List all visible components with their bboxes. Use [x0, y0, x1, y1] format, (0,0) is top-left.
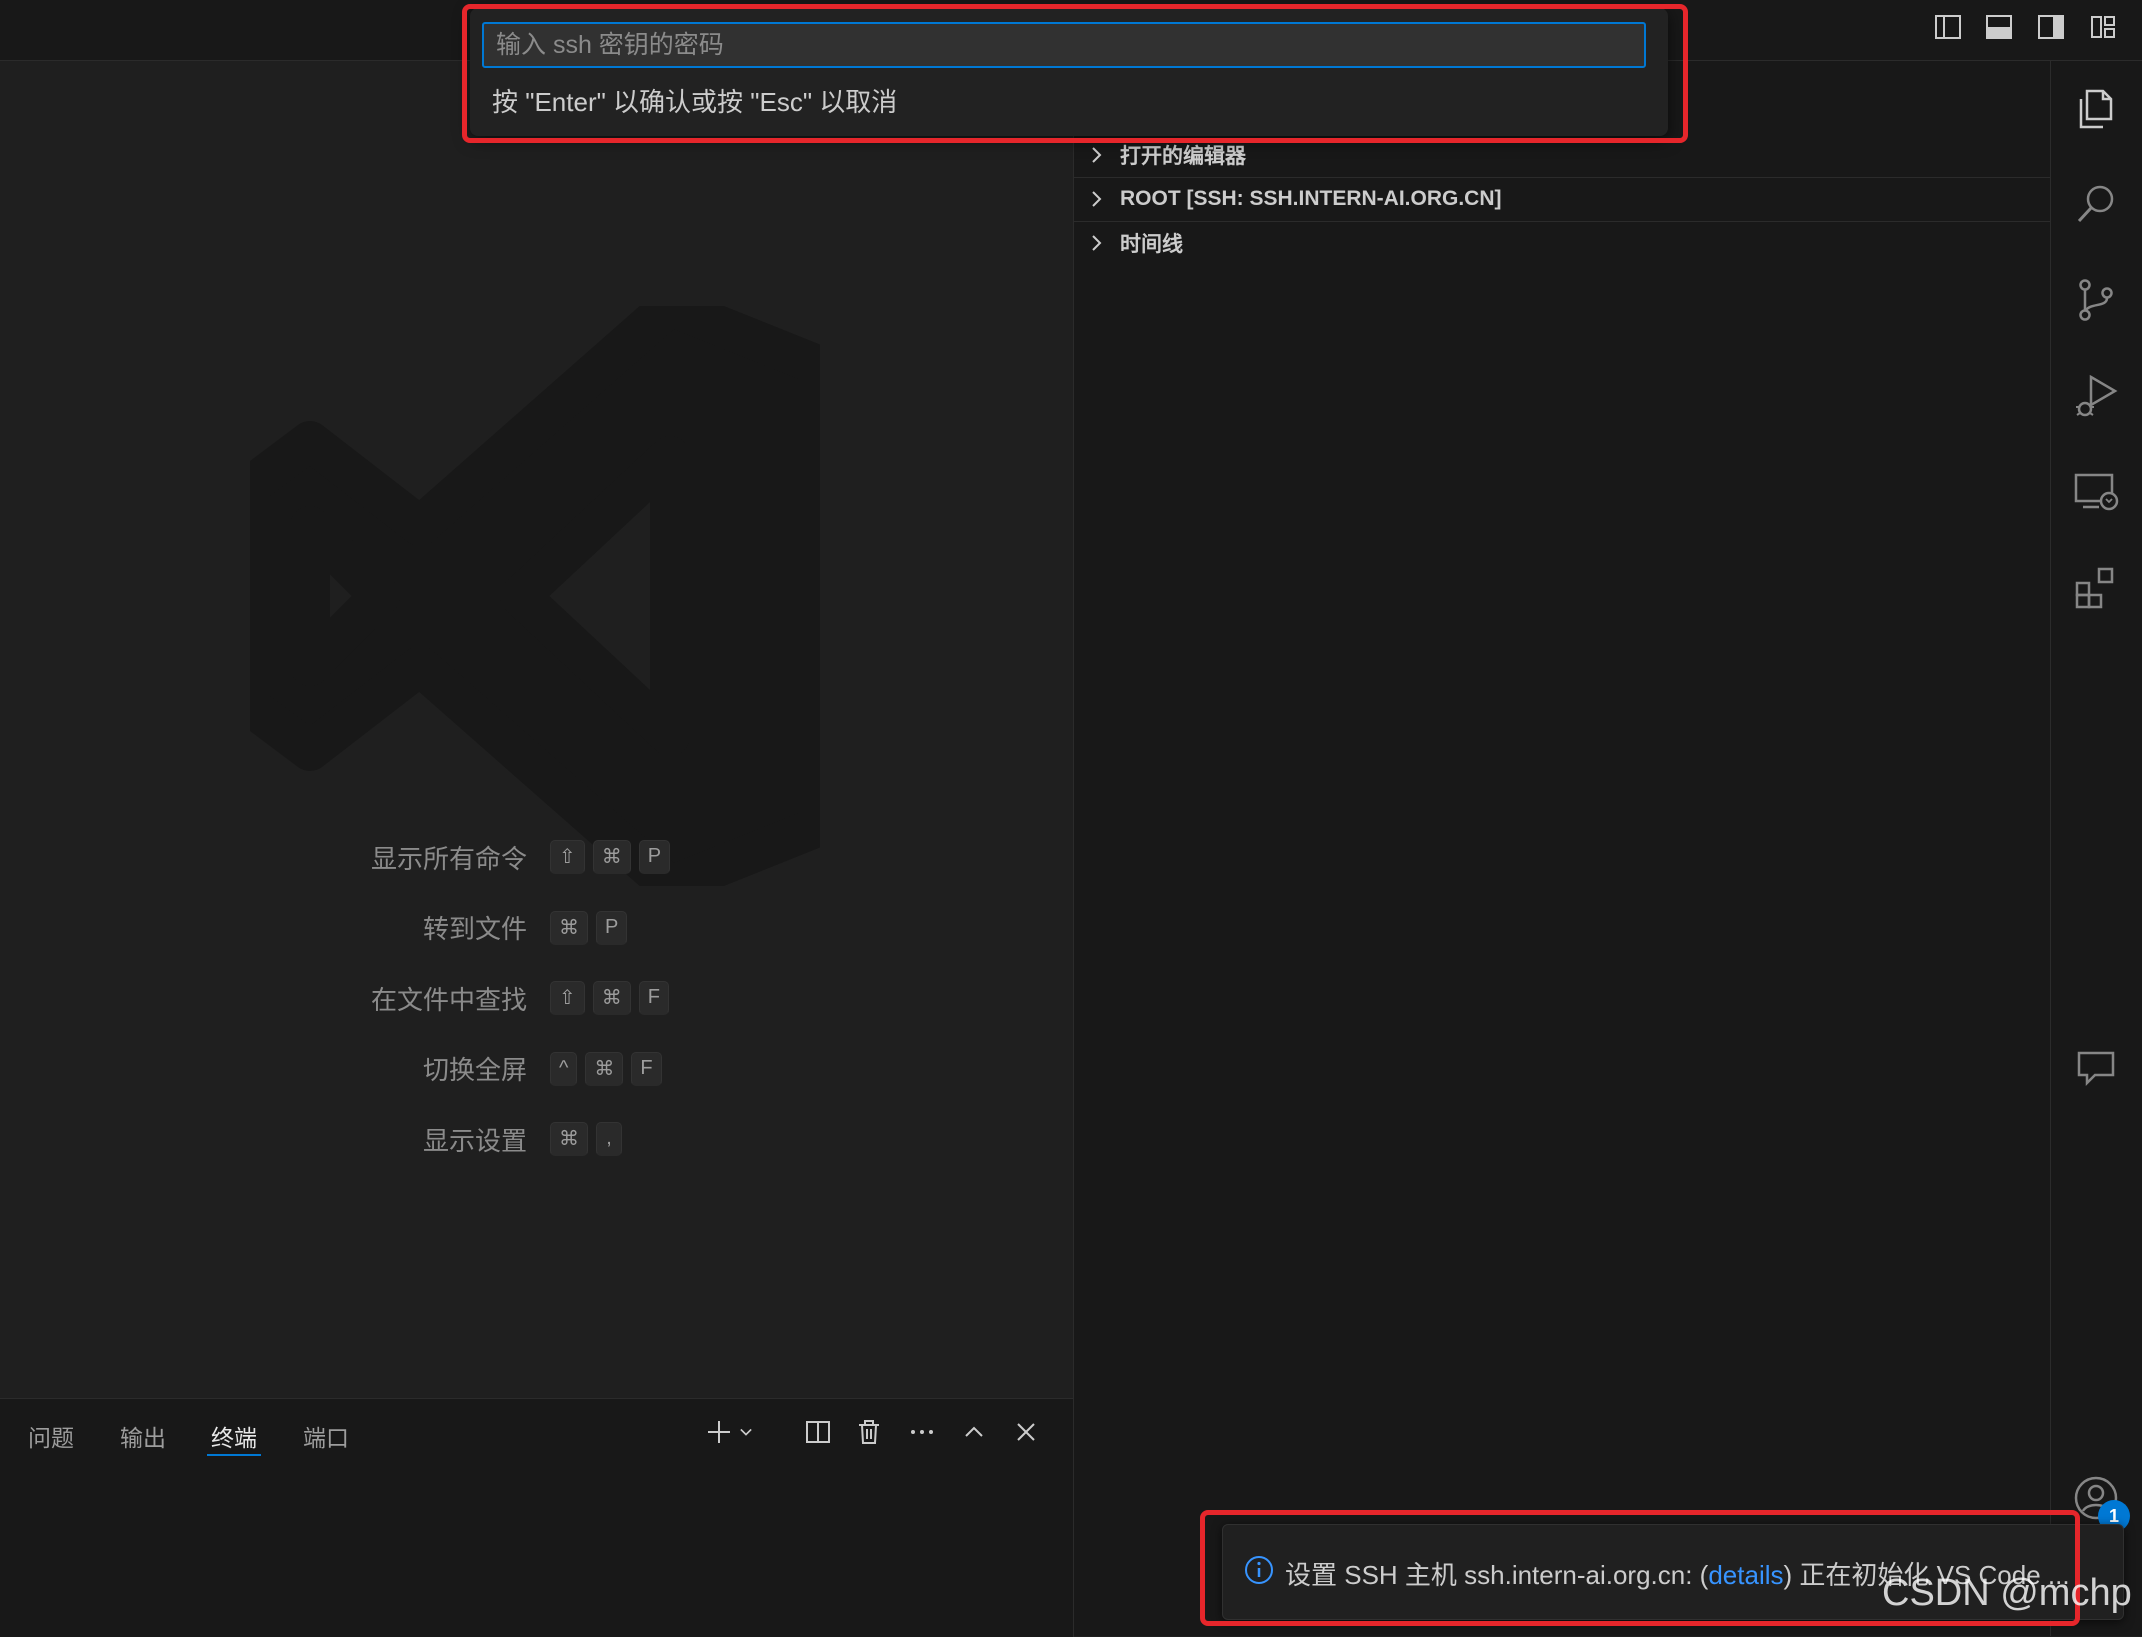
section-label: ROOT [SSH: SSH.INTERN-AI.ORG.CN] — [1120, 187, 1502, 210]
keybinding-key: ⌘ — [592, 840, 631, 874]
ssh-passphrase-input[interactable] — [482, 22, 1646, 68]
shortcut-keys: ⌘ P — [550, 910, 628, 945]
tab-ports[interactable]: 端口 — [303, 1419, 349, 1453]
shortcut-label: 在文件中查找 — [370, 984, 527, 1015]
chevron-down-icon — [740, 1428, 752, 1436]
chat-icon[interactable] — [2071, 1043, 2121, 1093]
section-open-editors[interactable]: 打开的编辑器 — [1074, 133, 2050, 178]
keybinding-key: ⌘ — [550, 910, 588, 945]
extensions-icon[interactable] — [2071, 563, 2121, 613]
toggle-secondary-sidebar-icon[interactable] — [2036, 12, 2066, 42]
shortcut-row: 显示设置 ⌘, — [0, 1117, 1073, 1161]
activity-bar — [2051, 61, 2142, 1636]
section-root-folder[interactable]: ROOT [SSH: SSH.INTERN-AI.ORG.CN] — [1074, 177, 2050, 222]
shortcut-row: 显示所有命令 ⇧ ⌘ P — [0, 835, 1073, 879]
source-control-icon[interactable] — [2071, 275, 2121, 325]
split-terminal-button[interactable] — [801, 1415, 835, 1449]
keybinding-key: ⇧ — [550, 981, 585, 1015]
close-panel-button[interactable] — [1009, 1415, 1043, 1449]
customize-layout-icon[interactable] — [2088, 12, 2118, 42]
chevron-right-icon — [1092, 235, 1102, 251]
keybinding-key: P — [638, 840, 671, 874]
keybinding-key: F — [638, 981, 669, 1015]
keybinding-key: ⌘ — [585, 1051, 624, 1086]
chevron-up-icon — [965, 1426, 983, 1437]
run-debug-icon[interactable] — [2071, 371, 2121, 421]
info-icon — [1245, 1556, 1273, 1584]
section-label: 打开的编辑器 — [1120, 145, 1246, 168]
shortcut-label-wrap: 切换全屏 — [0, 1047, 527, 1091]
keybinding-key: ⇧ — [550, 840, 585, 874]
terminal-profile-dropdown[interactable] — [734, 1415, 758, 1449]
keybinding-key: ^ — [550, 1051, 578, 1086]
ellipsis-icon — [911, 1430, 933, 1434]
more-actions-button[interactable] — [905, 1415, 939, 1449]
split-icon — [806, 1421, 830, 1443]
tab-problems[interactable]: 问题 — [28, 1419, 74, 1453]
active-tab-indicator — [207, 1454, 261, 1456]
shortcut-row: 转到文件 ⌘ P — [0, 906, 1073, 950]
section-timeline[interactable]: 时间线 — [1074, 221, 2050, 265]
keybinding-key: ⌘ — [592, 981, 631, 1015]
shortcut-keys: ⇧ ⌘ P — [550, 840, 671, 874]
maximize-panel-button[interactable] — [957, 1415, 991, 1449]
editor-area: 显示所有命令 ⇧ ⌘ P 转到文件 ⌘ P 在文件中查找 ⇧ ⌘ F 切换全屏 ^ ⌘ F 显示设置 ⌘, — [0, 61, 1074, 1398]
trash-icon — [859, 1420, 879, 1444]
shortcut-row: 在文件中查找 ⇧ ⌘ F — [0, 976, 1073, 1020]
remote-explorer-icon[interactable] — [2071, 467, 2121, 517]
chevron-right-icon — [1092, 191, 1102, 207]
keybinding-key: , — [596, 1122, 622, 1156]
tab-terminal[interactable]: 终端 — [211, 1419, 257, 1453]
shortcut-label-wrap: 显示所有命令 — [0, 835, 527, 879]
explorer-icon[interactable] — [2071, 83, 2121, 133]
keybinding-key: P — [596, 910, 628, 945]
shortcut-label-wrap: 在文件中查找 — [0, 976, 527, 1020]
quick-input-hint: 按 "Enter" 以确认或按 "Esc" 以取消 — [492, 87, 898, 117]
tab-output[interactable]: 输出 — [120, 1419, 166, 1453]
shortcut-label: 显示所有命令 — [370, 843, 527, 874]
shortcut-label-wrap: 转到文件 — [0, 906, 527, 950]
shortcut-label-wrap: 显示设置 — [0, 1117, 527, 1161]
notification-prefix: 设置 SSH 主机 ssh.intern-ai.org.cn: ( — [1285, 1560, 1709, 1590]
shortcut-label: 显示设置 — [422, 1125, 527, 1156]
bottom-panel: 问题 输出 终端 端口 — [0, 1398, 1074, 1637]
new-terminal-button[interactable] — [702, 1415, 736, 1449]
close-icon — [1017, 1423, 1035, 1441]
kill-terminal-button[interactable] — [852, 1415, 886, 1449]
search-icon[interactable] — [2071, 179, 2121, 229]
shortcut-row: 切换全屏 ^ ⌘ F — [0, 1047, 1073, 1091]
keybinding-key: ⌘ — [550, 1122, 588, 1156]
shortcut-label: 转到文件 — [422, 914, 527, 944]
quick-input-widget: 按 "Enter" 以确认或按 "Esc" 以取消 — [470, 8, 1668, 136]
shortcut-keys: ⌘, — [550, 1122, 622, 1156]
toggle-panel-icon[interactable] — [1984, 12, 2014, 42]
vscode-logo-watermark-icon — [230, 286, 840, 906]
details-link[interactable]: details — [1708, 1560, 1783, 1590]
toggle-primary-sidebar-icon[interactable] — [1933, 12, 1963, 42]
chevron-right-icon — [1092, 147, 1102, 163]
plus-icon — [708, 1421, 730, 1443]
shortcut-keys: ^ ⌘ F — [550, 1051, 662, 1086]
shortcut-keys: ⇧ ⌘ F — [550, 981, 669, 1015]
shortcut-label: 切换全屏 — [422, 1055, 527, 1085]
section-label: 时间线 — [1120, 233, 1183, 256]
keybinding-key: F — [631, 1051, 662, 1086]
explorer-sidebar: 打开的编辑器 ROOT [SSH: SSH.INTERN-AI.ORG.CN] … — [1074, 61, 2051, 1636]
source-watermark: CSDN @mchp — [1882, 1572, 2132, 1614]
